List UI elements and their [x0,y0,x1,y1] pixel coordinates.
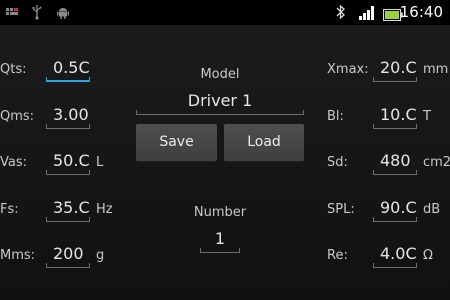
spl-label: SPL: [327,202,355,217]
sd-input[interactable]: 480 [373,150,417,172]
re-label: Re: [327,248,348,263]
save-button[interactable]: Save [136,124,217,161]
re-unit: Ω [423,248,433,263]
bl-input-underline [373,124,417,129]
qms-input-underline [46,124,90,129]
model-input-underline [136,110,304,115]
mms-label: Mms: [0,248,36,263]
re-input-underline [373,263,417,268]
bl-input[interactable]: 10.C [373,104,417,126]
signal-icon [359,5,375,24]
sd-unit: cm2 [423,155,450,170]
app-content: Qts: 0.5C Qms: 3.00 Vas: 50.C L Fs: 35.C… [0,25,450,300]
usb-icon [32,4,42,24]
status-bar: 16:40 [0,0,450,25]
vas-unit: L [96,155,104,170]
load-button[interactable]: Load [224,124,304,161]
spl-unit: dB [423,202,441,217]
vas-label: Vas: [0,155,28,170]
xmax-input-underline [373,77,417,82]
spl-input[interactable]: 90.C [373,197,417,219]
number-input-underline [200,248,240,253]
android-debug-icon [56,5,70,24]
xmax-input[interactable]: 20.C [373,57,417,79]
re-input[interactable]: 4.0C [373,243,417,265]
bluetooth-icon [336,4,346,24]
xmax-unit: mm [423,62,449,77]
notification-icon [6,5,20,24]
number-input[interactable]: 1 [200,228,240,250]
vas-input-underline [46,170,90,175]
spl-input-underline [373,217,417,222]
mms-unit: g [96,248,105,263]
qms-input[interactable]: 3.00 [46,104,90,126]
bl-unit: T [423,109,431,124]
mms-input[interactable]: 200 [46,243,90,265]
sd-label: Sd: [327,155,348,170]
xmax-label: Xmax: [327,62,369,77]
qms-label: Qms: [0,109,35,124]
vas-input[interactable]: 50.C [46,150,90,172]
status-time: 16:40 [399,3,443,21]
sd-input-underline [373,170,417,175]
bl-label: Bl: [327,109,344,124]
model-input[interactable]: Driver 1 [136,90,304,112]
mms-input-underline [46,263,90,268]
